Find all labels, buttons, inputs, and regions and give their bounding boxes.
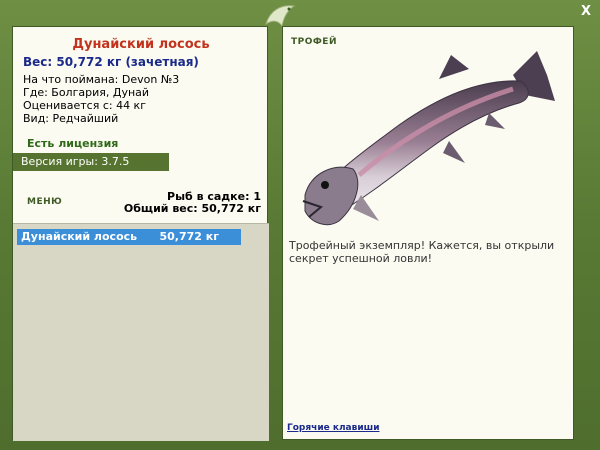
net-stats: Рыб в садке: 1 Общий вес: 50,772 кг: [124, 191, 261, 215]
fish-title: Дунайский лосось: [72, 37, 210, 52]
version-bar: Версия игры: 3.7.5: [13, 153, 169, 171]
kind-line: Вид: Редчайший: [23, 112, 119, 125]
hotkeys-link[interactable]: Горячие клавиши: [287, 423, 380, 433]
place-line: Где: Болгария, Дунай: [23, 86, 150, 99]
close-button[interactable]: X: [578, 4, 594, 20]
bait-line: На что поймана: Devon №3: [23, 73, 180, 86]
list-item[interactable]: Дунайский лосось 50,772 кг: [17, 229, 241, 245]
fish-weight: Вес: 50,772 кг (зачетная): [23, 55, 199, 69]
catch-info-panel: Дунайский лосось Вес: 50,772 кг (зачетна…: [12, 26, 269, 441]
catch-item-name: Дунайский лосось: [21, 230, 138, 243]
salmon-image: [302, 51, 555, 226]
trophy-description: Трофейный экземпляр! Кажется, вы открыли…: [289, 239, 555, 265]
catch-list: Дунайский лосось 50,772 кг: [13, 223, 269, 441]
license-status: Есть лицензия: [27, 137, 119, 150]
catch-item-weight: 50,772 кг: [159, 230, 220, 243]
menu-button[interactable]: МЕНЮ: [27, 197, 62, 207]
total-weight: Общий вес: 50,772 кг: [123, 202, 261, 215]
trophy-panel: ТРОФЕЙ Трофейный экземпляр! Кажется, вы …: [282, 26, 574, 440]
fish-details: На что поймана: Devon №3 Где: Болгария, …: [23, 73, 179, 125]
value-line: Оценивается с: 44 кг: [23, 99, 146, 112]
